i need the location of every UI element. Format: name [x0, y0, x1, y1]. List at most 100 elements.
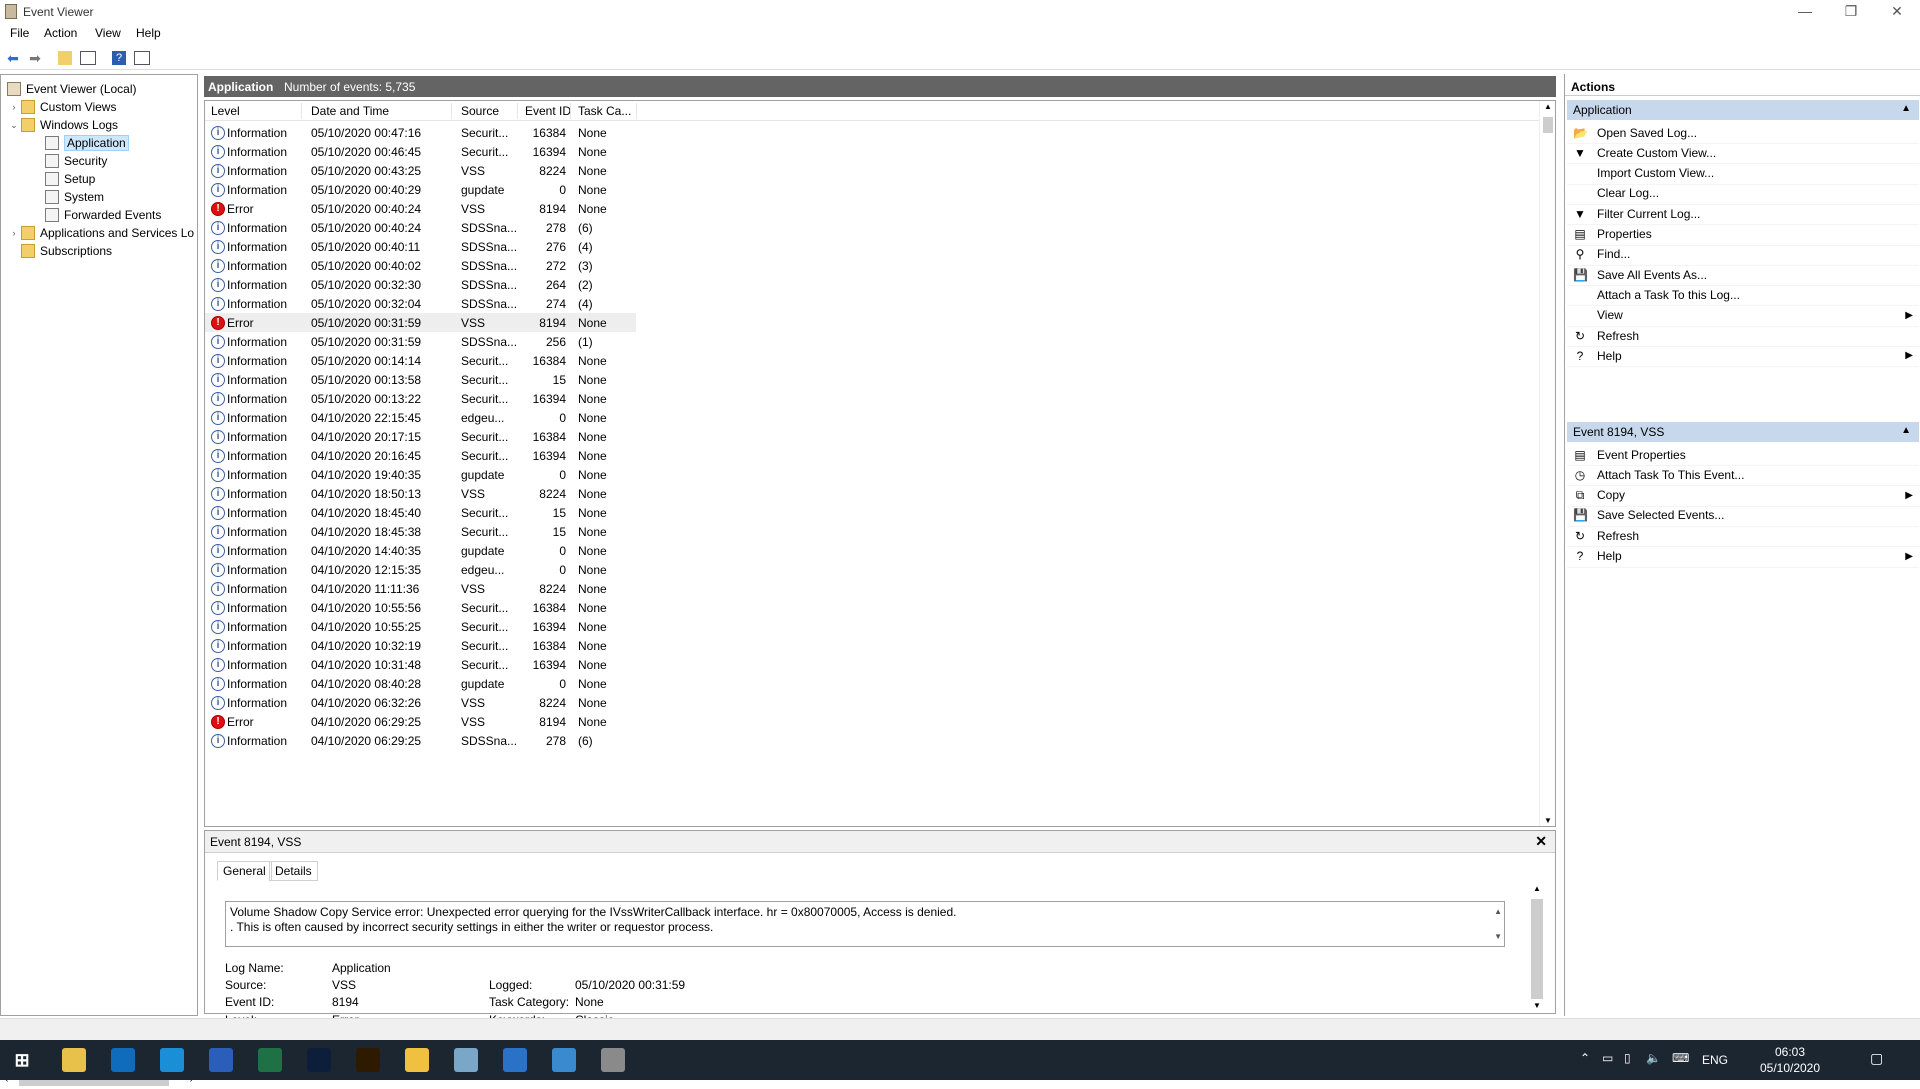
action-item[interactable]: Attach a Task To this Log... — [1567, 284, 1919, 307]
taskbar-app-notes-icon[interactable] — [405, 1048, 429, 1072]
scroll-thumb[interactable] — [1531, 899, 1543, 999]
scroll-up-icon[interactable]: ▲ — [1533, 884, 1541, 893]
volume-icon[interactable]: 🔈 — [1646, 1051, 1661, 1065]
taskbar-app-files-icon[interactable] — [356, 1048, 380, 1072]
menu-view[interactable]: View — [95, 26, 121, 40]
taskbar-app-outlook-icon[interactable] — [62, 1048, 86, 1072]
menu-help[interactable]: Help — [136, 26, 161, 40]
action-item[interactable]: ▤ Properties — [1567, 224, 1919, 246]
table-row[interactable]: ! Error 05/10/2020 00:40:24 VSS 8194 None — [205, 199, 1540, 218]
table-row[interactable]: ! Error 05/10/2020 00:31:59 VSS 8194 None — [205, 313, 636, 332]
action-item[interactable]: ▼ Filter Current Log... — [1567, 203, 1919, 226]
collapse-icon[interactable]: ⌄ — [9, 120, 19, 131]
table-row[interactable]: i Information 05/10/2020 00:32:04 SDSSna...… — [205, 294, 1540, 313]
taskbar-app-excel-icon[interactable] — [209, 1048, 233, 1072]
table-row[interactable]: i Information 04/10/2020 10:32:19 Securit..… — [205, 636, 1540, 655]
table-row[interactable]: i Information 05/10/2020 00:40:24 SDSSna...… — [205, 218, 1540, 237]
col-date-time[interactable]: Date and Time — [311, 104, 389, 118]
language-indicator[interactable]: ENG — [1702, 1053, 1728, 1067]
show-hide-tree-icon[interactable] — [80, 51, 96, 65]
scroll-thumb[interactable] — [1543, 117, 1553, 133]
taskbar-app-word-icon[interactable] — [160, 1048, 184, 1072]
keyboard-icon[interactable]: ⌨ — [1672, 1051, 1689, 1065]
action-item[interactable]: ▼ Create Custom View... — [1567, 142, 1919, 165]
table-row[interactable]: i Information 04/10/2020 06:32:26 VSS 8224 No… — [205, 693, 1540, 712]
table-row[interactable]: i Information 04/10/2020 12:15:35 edgeu... 0… — [205, 560, 1540, 579]
table-row[interactable]: i Information 04/10/2020 22:15:45 edgeu... 0… — [205, 408, 1540, 427]
menu-action[interactable]: Action — [44, 26, 77, 40]
help-icon[interactable]: ? — [112, 51, 126, 65]
table-row[interactable]: i Information 05/10/2020 00:47:16 Securit..… — [205, 123, 1540, 142]
table-row[interactable]: i Information 05/10/2020 00:43:25 VSS 8224 No… — [205, 161, 1540, 180]
column-divider[interactable] — [636, 103, 637, 119]
action-item[interactable]: ⧉ Copy ▶ — [1567, 485, 1919, 507]
action-item[interactable]: 📂 Open Saved Log... — [1567, 122, 1919, 144]
tab-general[interactable]: General — [217, 861, 272, 881]
notification-icon[interactable]: ▢ — [1870, 1050, 1883, 1067]
tree-custom-views[interactable]: › Custom Views — [9, 98, 116, 116]
taskbar-app-store-icon[interactable] — [454, 1048, 478, 1072]
actions-section-application[interactable]: Application ▲ — [1567, 100, 1919, 120]
taskbar-app-edge-icon[interactable] — [111, 1048, 135, 1072]
table-row[interactable]: i Information 04/10/2020 18:45:38 Securit..… — [205, 522, 1540, 541]
table-row[interactable]: ! Error 04/10/2020 06:29:25 VSS 8194 None — [205, 712, 1540, 731]
table-row[interactable]: i Information 05/10/2020 00:31:59 SDSSna...… — [205, 332, 1540, 351]
tree-setup[interactable]: Setup — [43, 170, 95, 188]
table-row[interactable]: i Information 04/10/2020 08:40:28 gupdate 0 N… — [205, 674, 1540, 693]
close-icon[interactable]: ✕ — [1535, 833, 1547, 850]
table-row[interactable]: i Information 04/10/2020 19:40:35 gupdate 0 N… — [205, 465, 1540, 484]
forward-arrow-icon[interactable]: ➡ — [26, 49, 44, 67]
expand-icon[interactable]: › — [9, 102, 19, 112]
collapse-icon[interactable]: ▲ — [1901, 425, 1911, 436]
action-item[interactable]: ↻ Refresh — [1567, 525, 1919, 548]
table-row[interactable]: i Information 05/10/2020 00:40:29 gupdate 0 N… — [205, 180, 1540, 199]
scroll-down-icon[interactable]: ▼ — [1533, 1001, 1541, 1010]
collapse-icon[interactable]: ▲ — [1901, 103, 1911, 114]
taskbar-app-photoshop-icon[interactable] — [258, 1048, 282, 1072]
taskbar-app-event-viewer-icon[interactable] — [552, 1048, 576, 1072]
table-row[interactable]: i Information 05/10/2020 00:14:14 Securit..… — [205, 351, 1540, 370]
column-divider[interactable] — [451, 103, 452, 119]
tree-windows-logs[interactable]: ⌄ Windows Logs — [9, 116, 118, 134]
tree-forwarded-events[interactable]: Forwarded Events — [43, 206, 161, 224]
table-row[interactable]: i Information 05/10/2020 00:40:11 SDSSna...… — [205, 237, 1540, 256]
tab-details[interactable]: Details — [269, 861, 318, 881]
action-item[interactable]: Clear Log... — [1567, 183, 1919, 205]
col-level[interactable]: Level — [211, 104, 240, 118]
action-item[interactable]: ⚲ Find... — [1567, 244, 1919, 266]
show-hide-action-pane-icon[interactable] — [134, 51, 150, 65]
action-item[interactable]: ↻ Refresh — [1567, 325, 1919, 347]
battery-icon[interactable]: ▯ — [1624, 1051, 1631, 1065]
table-row[interactable]: i Information 04/10/2020 20:17:15 Securit..… — [205, 427, 1540, 446]
network-icon[interactable]: ▭ — [1602, 1051, 1613, 1065]
tree-security[interactable]: Security — [43, 152, 107, 170]
col-task-category[interactable]: Task Ca... — [578, 104, 631, 118]
tree-subscriptions[interactable]: Subscriptions — [19, 242, 112, 260]
tree-application[interactable]: Application — [43, 134, 129, 152]
taskbar-app-window-icon[interactable] — [503, 1048, 527, 1072]
table-row[interactable]: i Information 05/10/2020 00:46:45 Securit..… — [205, 142, 1540, 161]
taskbar-app-illustrator-icon[interactable] — [307, 1048, 331, 1072]
table-row[interactable]: i Information 05/10/2020 00:40:02 SDSSna...… — [205, 256, 1540, 275]
table-row[interactable]: i Information 05/10/2020 00:13:58 Securit..… — [205, 370, 1540, 389]
scroll-up-icon[interactable]: ▲ — [1494, 904, 1502, 919]
close-button[interactable]: ✕ — [1874, 0, 1920, 23]
table-row[interactable]: i Information 04/10/2020 06:29:25 SDSSna...… — [205, 731, 1540, 750]
tree-apps-services[interactable]: › Applications and Services Lo — [9, 224, 194, 242]
scroll-down-icon[interactable]: ▼ — [1494, 929, 1502, 944]
action-item[interactable]: ? Help ▶ — [1567, 546, 1919, 568]
list-vertical-scrollbar[interactable]: ▲ ▼ — [1539, 101, 1555, 826]
table-row[interactable]: i Information 04/10/2020 20:16:45 Securit..… — [205, 446, 1540, 465]
scroll-down-icon[interactable]: ▼ — [1544, 816, 1552, 825]
table-row[interactable]: i Information 04/10/2020 10:31:48 Securit..… — [205, 655, 1540, 674]
scroll-up-icon[interactable]: ▲ — [1544, 102, 1552, 111]
event-description[interactable]: Volume Shadow Copy Service error: Unexpe… — [225, 901, 1505, 947]
up-folder-icon[interactable] — [58, 51, 72, 65]
table-row[interactable]: i Information 04/10/2020 18:45:40 Securit..… — [205, 503, 1540, 522]
table-row[interactable]: i Information 05/10/2020 00:13:22 Securit..… — [205, 389, 1540, 408]
table-row[interactable]: i Information 04/10/2020 10:55:56 Securit..… — [205, 598, 1540, 617]
col-source[interactable]: Source — [461, 104, 499, 118]
column-divider[interactable] — [517, 103, 518, 119]
table-row[interactable]: i Information 04/10/2020 18:50:13 VSS 8224 No… — [205, 484, 1540, 503]
action-item[interactable]: 💾 Save Selected Events... — [1567, 505, 1919, 527]
